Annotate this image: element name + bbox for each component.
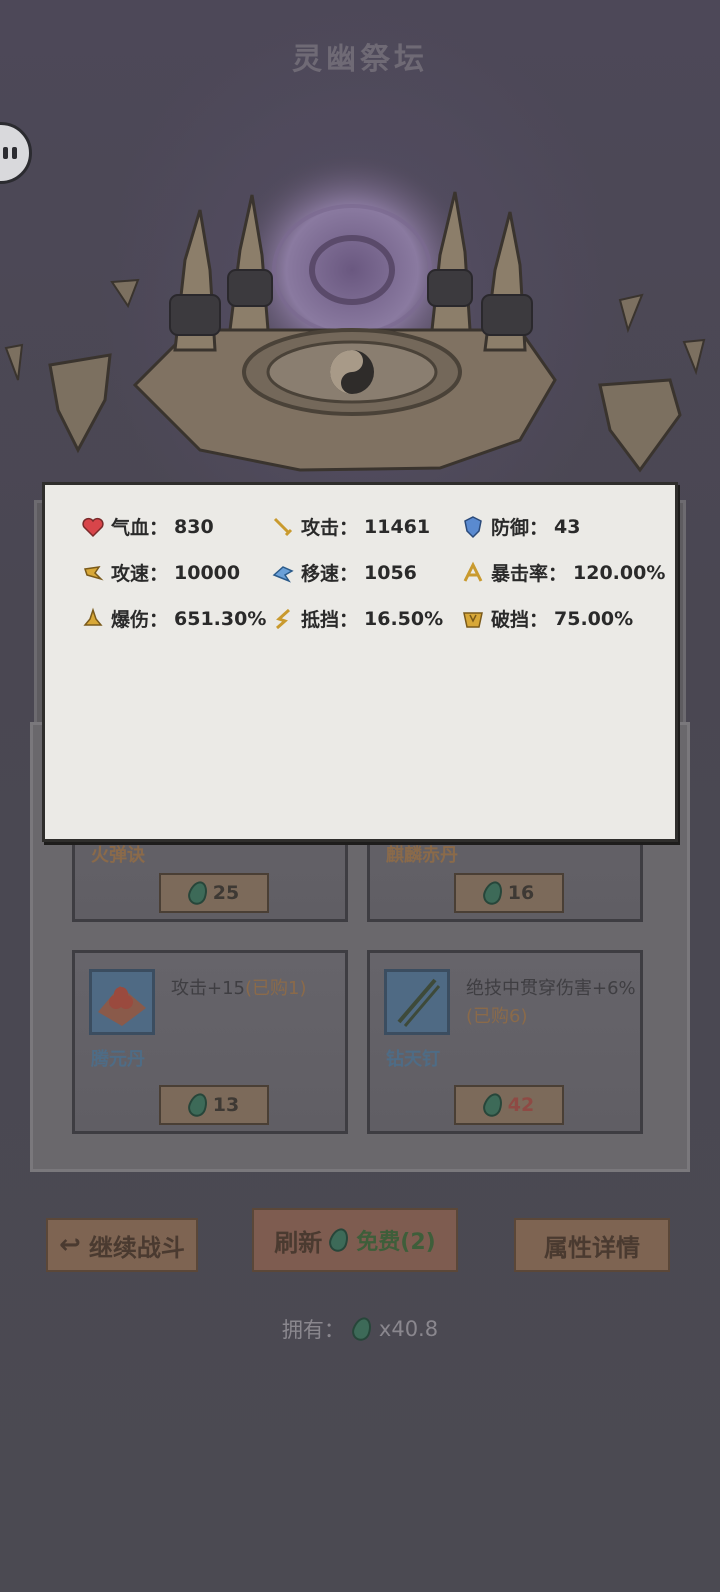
stat-value: 651.30%: [174, 607, 267, 630]
stat-value: 10000: [174, 561, 241, 584]
item-effect: 攻击+15: [171, 978, 245, 999]
attribute-details-label: 属性详情: [544, 1233, 640, 1262]
stat-block: 抵挡： 16.50%: [271, 605, 443, 632]
stat-value: 16.50%: [364, 607, 444, 630]
price-value: 42: [507, 1094, 535, 1116]
refresh-free-count: 免费(2): [356, 1230, 436, 1255]
block-icon: [276, 608, 291, 629]
continue-battle-label: 继续战斗: [88, 1233, 185, 1262]
jade-gem-icon: [349, 1314, 375, 1344]
owned-value: x40.8: [378, 1317, 439, 1341]
item-name: 腾元丹: [91, 1049, 145, 1070]
stat-attack: 攻击： 11461: [271, 513, 430, 540]
stat-label: 抵挡：: [301, 609, 359, 631]
shield-icon: [464, 515, 482, 538]
pause-icon-bar: [12, 147, 17, 159]
stat-crit-rate: 暴击率： 120.00%: [461, 559, 665, 586]
stat-value: 1056: [364, 561, 417, 584]
stat-label: 防御：: [491, 517, 549, 539]
item-desc: 绝技中贯穿伤害+6% (已购6): [466, 975, 636, 1031]
needle-icon: [384, 969, 450, 1035]
stat-attack-speed: 攻速： 10000: [81, 559, 240, 586]
shop-item-card[interactable]: 绝技中贯穿伤害+6% (已购6) 钻天钉 42: [367, 950, 643, 1134]
refresh-label: 刷新: [274, 1228, 323, 1257]
jade-gem-icon: [480, 878, 506, 908]
stat-label: 暴击率：: [491, 563, 568, 585]
stat-label: 爆伤：: [111, 609, 169, 631]
crit-damage-icon: [83, 607, 103, 626]
stat-label: 移速：: [301, 563, 359, 585]
heart-icon: [82, 517, 104, 537]
continue-battle-button[interactable]: ↩ 继续战斗: [46, 1218, 198, 1272]
purchase-count: (已购1): [245, 978, 307, 999]
stat-value: 75.00%: [554, 607, 634, 630]
owned-label: 拥有：: [281, 1318, 345, 1342]
stat-value: 120.00%: [573, 561, 666, 584]
item-name: 钻天钉: [386, 1049, 440, 1070]
jade-gem-icon: [185, 878, 211, 908]
pause-icon: [3, 147, 8, 159]
crit-rate-icon: [463, 561, 483, 582]
sword-icon: [273, 517, 293, 536]
item-effect: 绝技中贯穿伤害+6%: [466, 978, 636, 999]
item-name: 火弹诀: [91, 845, 145, 866]
purchase-count: (已购6): [466, 1006, 528, 1027]
move-speed-icon: [272, 565, 294, 583]
price-tag[interactable]: 16: [454, 873, 564, 913]
pill-bundle-icon: [89, 969, 155, 1035]
jade-gem-icon: [480, 1090, 506, 1120]
price-value: 25: [212, 882, 240, 904]
price-value: 16: [507, 882, 535, 904]
stat-label: 攻击：: [301, 517, 359, 539]
stat-label: 破挡：: [491, 609, 549, 631]
page-title: 灵幽祭坛: [292, 42, 428, 77]
break-block-icon: [463, 611, 483, 628]
price-tag[interactable]: 25: [159, 873, 269, 913]
price-tag[interactable]: 13: [159, 1085, 269, 1125]
price-value: 13: [212, 1094, 240, 1116]
stat-hp: 气血： 830: [81, 513, 214, 540]
attribute-details-button[interactable]: 属性详情: [514, 1218, 670, 1272]
stat-break-block: 破挡： 75.00%: [461, 605, 633, 632]
stat-label: 气血：: [111, 517, 169, 539]
shop-item-card[interactable]: 攻击+15(已购1) 腾元丹 13: [72, 950, 348, 1134]
stat-move-speed: 移速： 1056: [271, 559, 417, 586]
refresh-button[interactable]: 刷新 免费(2): [252, 1208, 458, 1272]
stat-value: 830: [174, 515, 214, 538]
stat-value: 11461: [364, 515, 431, 538]
item-name: 麒麟赤丹: [386, 845, 458, 866]
stat-label: 攻速：: [111, 563, 169, 585]
jade-gem-icon: [326, 1225, 352, 1255]
attack-speed-icon: [84, 565, 104, 581]
stat-crit-damage: 爆伤： 651.30%: [81, 605, 266, 632]
jade-gem-icon: [185, 1090, 211, 1120]
stats-panel: 气血： 830 攻击： 11461 防御： 43 攻速： 10000 移速： 1056 暴…: [42, 482, 678, 842]
back-arrow-icon: ↩: [59, 1230, 81, 1260]
price-tag[interactable]: 42: [454, 1085, 564, 1125]
item-desc: 攻击+15(已购1): [171, 975, 341, 1003]
owned-currency: 拥有： x40.8: [0, 1314, 720, 1344]
stat-defense: 防御： 43: [461, 513, 580, 540]
stat-value: 43: [554, 515, 581, 538]
